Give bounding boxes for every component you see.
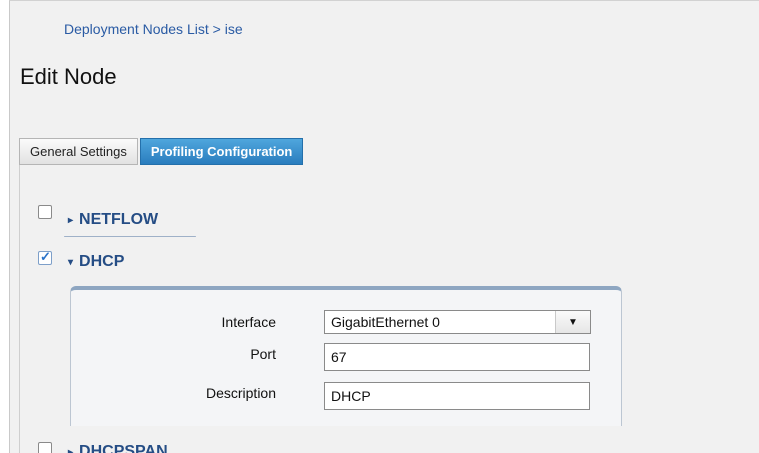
breadcrumb-link-deployment-nodes[interactable]: Deployment Nodes List xyxy=(64,21,209,37)
breadcrumb-separator: > xyxy=(208,21,225,37)
dhcp-label: DHCP xyxy=(79,253,125,270)
netflow-section-header[interactable]: ▸ NETFLOW xyxy=(68,211,158,229)
dhcp-checkbox[interactable]: ✓ xyxy=(38,249,52,265)
dhcp-section-header[interactable]: ▾ DHCP xyxy=(68,253,124,271)
netflow-label: NETFLOW xyxy=(79,211,159,228)
checkmark-icon: ✓ xyxy=(40,249,51,264)
tab-general-settings[interactable]: General Settings xyxy=(19,138,138,165)
chevron-down-icon: ▾ xyxy=(68,256,74,268)
dhcpspan-label: DHCPSPAN xyxy=(79,443,168,453)
netflow-underline xyxy=(64,236,196,237)
description-input[interactable] xyxy=(324,382,590,410)
main-frame: Deployment Nodes List > ise Edit Node Ge… xyxy=(9,0,759,453)
port-label: Port xyxy=(250,346,276,362)
chevron-right-icon: ▸ xyxy=(68,446,74,453)
interface-select-value: GigabitEthernet 0 xyxy=(331,314,440,330)
breadcrumb: Deployment Nodes List > ise xyxy=(64,21,243,37)
description-label: Description xyxy=(205,385,276,401)
dhcpspan-checkbox[interactable] xyxy=(38,442,52,453)
tab-profiling-configuration[interactable]: Profiling Configuration xyxy=(139,138,304,165)
tab-bar: General Settings Profiling Configuration xyxy=(19,138,304,165)
page-title: Edit Node xyxy=(20,64,117,89)
interface-select[interactable]: GigabitEthernet 0 ▼ xyxy=(324,310,591,334)
breadcrumb-current: ise xyxy=(224,21,243,37)
chevron-right-icon: ▸ xyxy=(68,214,74,226)
netflow-checkbox[interactable] xyxy=(38,205,52,219)
interface-label: Interface xyxy=(221,314,276,330)
port-input[interactable] xyxy=(324,343,590,371)
dropdown-arrow-icon: ▼ xyxy=(555,311,590,333)
dhcpspan-section-header[interactable]: ▸ DHCPSPAN xyxy=(68,443,168,453)
